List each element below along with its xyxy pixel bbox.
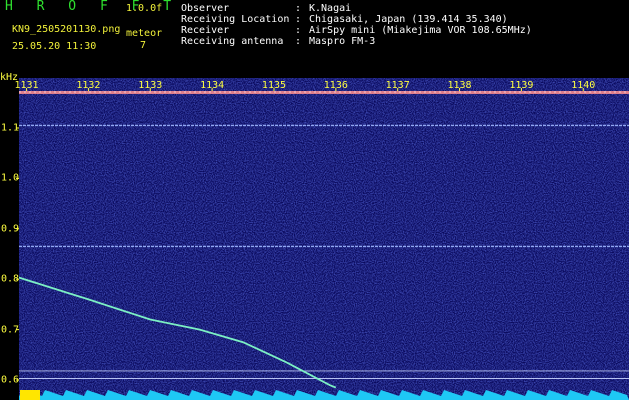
x-tick-label: 1139 <box>509 80 534 91</box>
x-tick-label: 1131 <box>14 80 39 91</box>
x-tick-label: 1137 <box>385 80 410 91</box>
info-key: Receiving Location <box>181 14 290 25</box>
info-row: Receiving antenna: Maspro FM-3 <box>181 36 532 47</box>
mode-label: meteor <box>126 28 163 39</box>
info-value: Maspro FM-3 <box>309 36 376 47</box>
version-label: 1.0.0f <box>126 3 163 14</box>
y-tick-label: 0.8 <box>1 273 20 285</box>
info-value: AirSpy mini (Miakejima VOR 108.65MHz) <box>309 25 532 36</box>
info-row: Receiving Location: Chigasaki, Japan (139… <box>181 14 532 25</box>
x-tick-label: 1140 <box>571 80 596 91</box>
info-key: Receiving antenna <box>181 36 284 47</box>
y-tick-label: 0.7 <box>1 324 20 336</box>
y-tick-label: 1.0 <box>1 172 20 184</box>
mode-value: 7 <box>140 40 147 51</box>
y-tick-label: 0.6 <box>1 374 20 386</box>
datetime-label: 25.05.20 11:30 <box>12 41 97 52</box>
info-row: Observer: K.Nagai <box>181 3 532 14</box>
x-tick-label: 1133 <box>138 80 163 91</box>
info-row: Receiver: AirSpy mini (Miakejima VOR 108.… <box>181 25 532 36</box>
x-tick-label: 1134 <box>200 80 225 91</box>
info-separator: : <box>295 14 302 25</box>
x-tick-label: 1132 <box>76 80 101 91</box>
x-tick-label: 1138 <box>447 80 472 91</box>
info-separator: : <box>295 36 302 47</box>
info-separator: : <box>295 3 302 14</box>
observation-info: Observer: K.Nagai Receiving Location: Chiga… <box>181 3 532 47</box>
info-value: Chigasaki, Japan (139.414 35.340) <box>309 14 508 25</box>
hroft-window: H R O F F T 1.0.0f KN9_2505201130.png me… <box>0 0 629 400</box>
info-key: Observer <box>181 3 230 14</box>
y-tick-label: 0.9 <box>1 223 20 235</box>
top-band <box>19 91 629 94</box>
spectrogram-plot <box>0 78 629 400</box>
info-key: Receiver <box>181 25 230 36</box>
x-tick-label: 1136 <box>323 80 348 91</box>
spectrogram-svg <box>0 78 629 400</box>
y-tick-label: 1.1 <box>1 122 20 134</box>
info-separator: : <box>295 25 302 36</box>
filename-label: KN9_2505201130.png <box>12 24 121 35</box>
bottom-marker <box>20 390 40 400</box>
info-value: K.Nagai <box>309 3 352 14</box>
x-tick-label: 1135 <box>261 80 287 91</box>
spectrogram-noise <box>0 78 629 400</box>
